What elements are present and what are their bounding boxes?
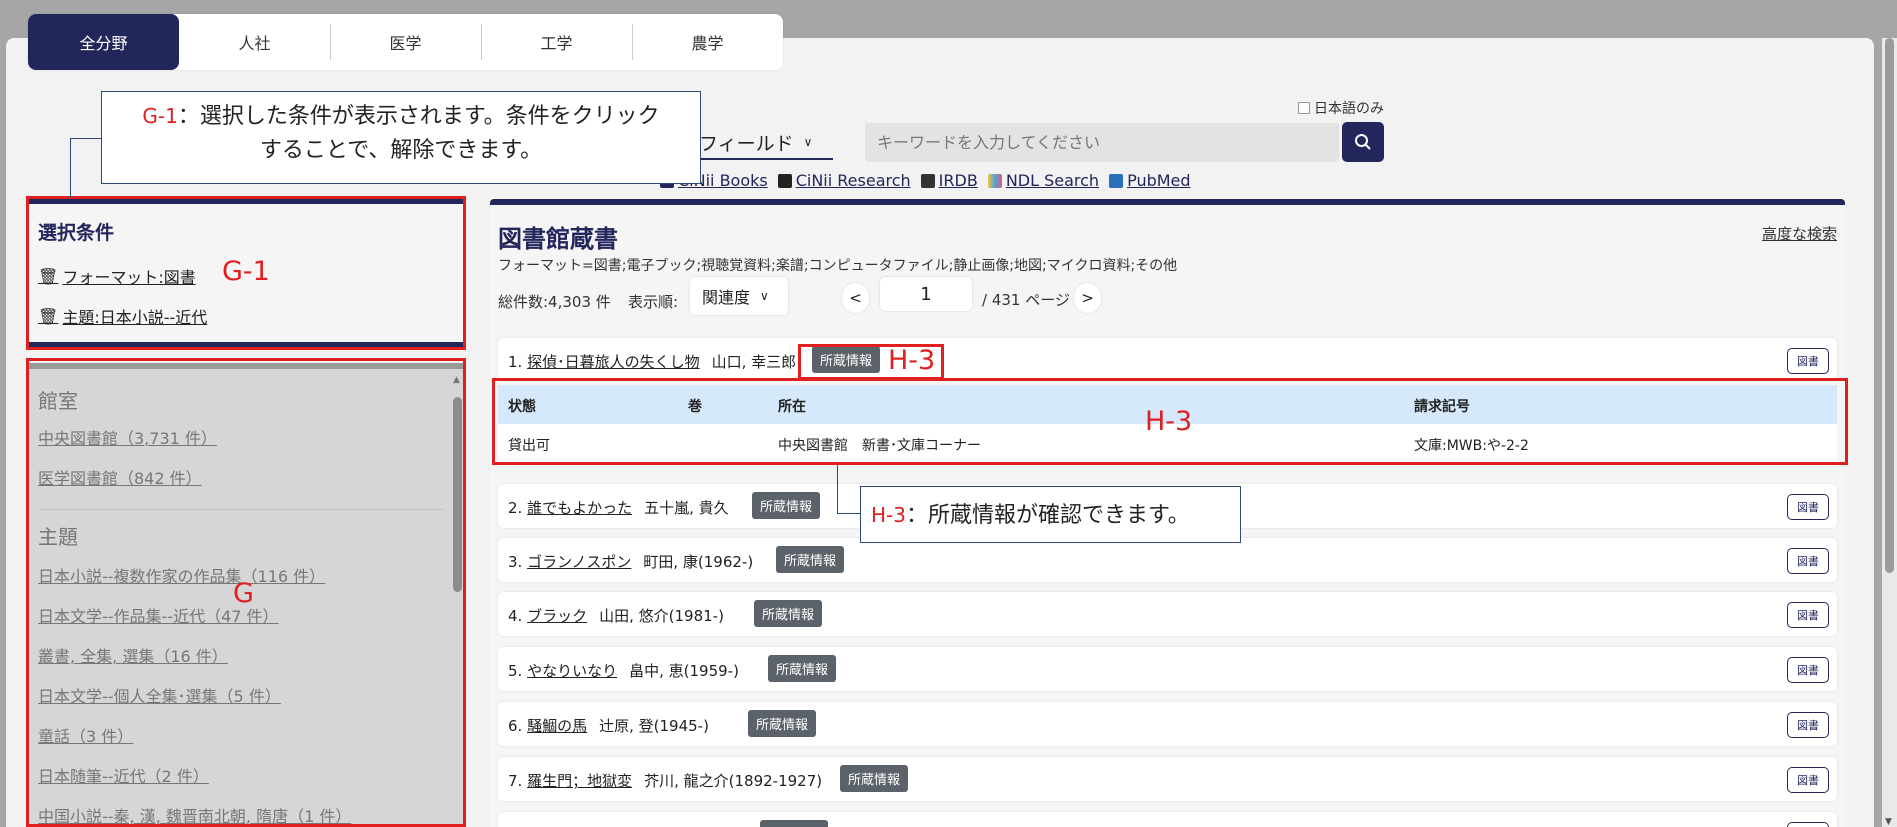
tab-engineering[interactable]: 工学: [481, 14, 632, 70]
link-pubmed[interactable]: PubMed: [1109, 171, 1191, 190]
book-format-badge[interactable]: 図書: [1787, 602, 1829, 628]
scroll-down-icon[interactable]: ▼: [1885, 817, 1892, 827]
callout-h3: H-3：所蔵情報が確認できます。: [860, 486, 1241, 543]
cinii-research-icon: [777, 173, 792, 188]
external-links: CiNii Books CiNii Research IRDB NDL Sear…: [660, 171, 1191, 190]
japanese-only-checkbox[interactable]: 日本語のみ: [1298, 98, 1384, 118]
search-input[interactable]: [865, 123, 1339, 162]
callout-text: することで、解除できます。: [259, 138, 543, 164]
callout-g1: G-1：選択した条件が表示されます。条件をクリック することで、解除できます。: [101, 91, 701, 184]
result-title-link[interactable]: ブラック: [527, 607, 587, 625]
next-page-button[interactable]: >: [1074, 283, 1101, 313]
annotation-label-g: G: [233, 578, 254, 609]
link-ndl-search[interactable]: NDL Search: [987, 171, 1099, 190]
field-tabs: 全分野 人社 医学 工学 農学: [28, 14, 783, 70]
callout-tag: G-1: [142, 104, 178, 128]
book-format-badge[interactable]: 図書: [1787, 657, 1829, 683]
result-row: 4. ブラック 山田, 悠介(1981-) 所蔵情報 図書: [498, 592, 1837, 636]
result-title-link[interactable]: 羅生門；地獄変: [527, 772, 632, 790]
link-cinii-research[interactable]: CiNii Research: [777, 171, 911, 190]
format-filter-text: フォーマット=図書;電子ブック;視聴覚資料;楽譜;コンピュータファイル;静止画像…: [498, 258, 1178, 274]
tab-all[interactable]: 全分野: [28, 14, 179, 70]
result-number: 4.: [508, 607, 523, 625]
sort-select[interactable]: 関連度 ∨: [690, 277, 788, 315]
callout-leader: [70, 138, 101, 139]
book-format-badge[interactable]: 図書: [1787, 494, 1829, 520]
book-format-badge[interactable]: 図書: [1787, 348, 1829, 374]
irdb-icon: [920, 173, 935, 188]
total-count: 総件数:4,303 件: [498, 293, 611, 311]
page-scrollbar[interactable]: ▼: [1882, 38, 1897, 827]
book-format-badge[interactable]: 図書: [1787, 548, 1829, 574]
callout-leader: [837, 513, 860, 514]
tab-humanities[interactable]: 人社: [179, 14, 330, 70]
result-author: 山田, 悠介(1981-): [599, 607, 724, 625]
result-title-link[interactable]: やなりいなり: [527, 662, 617, 680]
page-total: / 431 ページ: [982, 291, 1070, 309]
results-title: 図書館蔵書: [498, 225, 618, 253]
result-title-link[interactable]: 騒鯝の馬: [527, 717, 587, 735]
result-row: 所蔵情報 図書: [498, 812, 1837, 827]
holdings-button[interactable]: 所蔵情報: [752, 492, 821, 519]
chevron-down-icon: ∨: [760, 289, 769, 303]
callout-tag: H-3: [871, 503, 906, 527]
link-irdb[interactable]: IRDB: [920, 171, 978, 190]
result-row: 1. 探偵･日暮旅人の失くし物 山口, 幸三郎 所蔵情報 図書: [498, 338, 1837, 380]
result-row: 5. やなりいなり 畠中, 恵(1959-) 所蔵情報 図書: [498, 647, 1837, 691]
book-format-badge[interactable]: 図書: [1787, 822, 1829, 827]
pubmed-icon: [1109, 173, 1124, 188]
result-author: 畠中, 恵(1959-): [629, 662, 739, 680]
annotation-label-h3-table: H-3: [1145, 406, 1193, 437]
result-author: 山口, 幸三郎: [711, 353, 797, 371]
result-row: 7. 羅生門；地獄変 芥川, 龍之介(1892-1927) 所蔵情報 図書: [498, 757, 1837, 801]
page-input[interactable]: 1: [880, 277, 972, 311]
prev-page-button[interactable]: <: [842, 283, 869, 313]
result-number: 3.: [508, 553, 523, 571]
result-title-link[interactable]: ゴランノスポン: [527, 553, 631, 571]
chevron-down-icon: ∨: [803, 135, 813, 149]
annotation-label-g1: G-1: [222, 256, 270, 287]
holdings-button[interactable]: 所蔵情報: [776, 546, 845, 573]
checkbox-icon: [1298, 102, 1310, 114]
callout-text: ：選択した条件が表示されます。条件をクリック: [177, 104, 660, 129]
search-icon: [1355, 134, 1371, 150]
result-row: 3. ゴランノスポン 町田, 康(1962-) 所蔵情報 図書: [498, 538, 1837, 582]
page-scrollbar-thumb[interactable]: [1885, 38, 1894, 573]
result-number: 6.: [508, 717, 523, 735]
callout-leader: [837, 465, 838, 513]
search-button[interactable]: [1342, 122, 1384, 162]
result-number: 1.: [508, 353, 523, 371]
result-number: 5.: [508, 662, 523, 680]
advanced-search-link[interactable]: 高度な検索: [1762, 223, 1837, 244]
book-format-badge[interactable]: 図書: [1787, 712, 1829, 738]
holdings-button[interactable]: 所蔵情報: [840, 765, 909, 792]
holdings-button[interactable]: 所蔵情報: [748, 710, 817, 737]
holdings-button[interactable]: 所蔵情報: [760, 820, 829, 827]
tab-agriculture[interactable]: 農学: [632, 14, 783, 70]
holdings-button[interactable]: 所蔵情報: [768, 655, 837, 682]
callout-text: ：所蔵情報が確認できます。: [905, 503, 1190, 528]
result-title-link[interactable]: 誰でもよかった: [527, 499, 632, 517]
callout-leader: [70, 138, 71, 198]
result-number: 7.: [508, 772, 523, 790]
field-select[interactable]: 全フィールド ∨: [680, 126, 833, 160]
result-title-link[interactable]: 探偵･日暮旅人の失くし物: [527, 353, 700, 371]
result-author: 町田, 康(1962-): [643, 553, 754, 571]
annotation-label-h3-button: H-3: [888, 345, 936, 376]
sort-label: 表示順:: [628, 293, 679, 311]
result-author: 辻原, 登(1945-): [599, 717, 709, 735]
tab-medicine[interactable]: 医学: [330, 14, 481, 70]
ndl-search-icon: [987, 173, 1002, 188]
book-format-badge[interactable]: 図書: [1787, 767, 1829, 793]
result-author: 五十嵐, 貴久: [644, 499, 729, 517]
result-number: 2.: [508, 499, 523, 517]
result-author: 芥川, 龍之介(1892-1927): [644, 772, 823, 790]
result-row: 6. 騒鯝の馬 辻原, 登(1945-) 所蔵情報 図書: [498, 702, 1837, 746]
holdings-button[interactable]: 所蔵情報: [754, 600, 823, 627]
